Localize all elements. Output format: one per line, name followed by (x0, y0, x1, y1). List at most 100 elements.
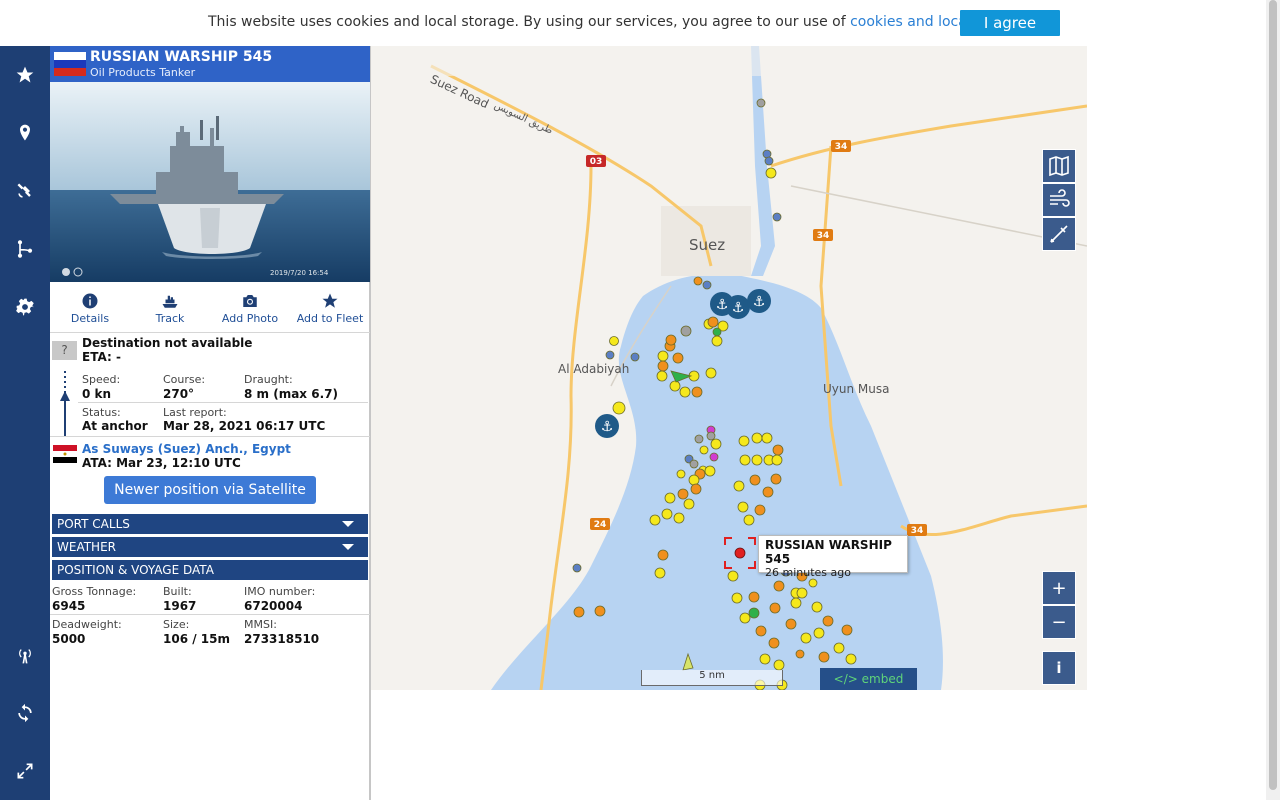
eta: ETA: - (82, 350, 121, 364)
divider (50, 332, 370, 333)
vessel-tooltip: RUSSIAN WARSHIP 545 26 minutes ago (758, 535, 908, 579)
vessel-actions: Details Track Add Photo Add to Fleet (50, 290, 370, 332)
map-canvas[interactable]: ⚓ ⚓ ⚓ ⚓ 03 34 34 24 34 (371, 46, 1087, 690)
agree-button[interactable]: I agree (960, 10, 1060, 36)
destination: Destination not available (82, 336, 253, 350)
map-pin-icon[interactable] (13, 121, 37, 145)
cookie-banner: This website uses cookies and local stor… (0, 0, 1266, 46)
last-port-link[interactable]: As Suways (Suez) Anch., Egypt (82, 442, 291, 456)
antenna-icon[interactable] (13, 643, 37, 667)
svg-text:34: 34 (835, 142, 848, 152)
gross-tonnage-label: Gross Tonnage: (52, 585, 137, 598)
ata: ATA: Mar 23, 12:10 UTC (82, 456, 241, 470)
voyage-progress-icon (60, 371, 70, 437)
cookie-message: This website uses cookies and local stor… (208, 14, 846, 30)
course-label: Course: (163, 373, 206, 386)
tooltip-vessel-name: RUSSIAN WARSHIP 545 (765, 538, 892, 566)
camera-icon (243, 295, 257, 307)
unknown-destination-badge: ? (52, 341, 77, 360)
divider (50, 436, 370, 437)
status-value: At anchor (82, 419, 148, 433)
tooltip-time: 26 minutes ago (765, 566, 851, 579)
wind-icon (1050, 189, 1070, 207)
details-button[interactable]: Details (50, 290, 130, 325)
measure-button[interactable] (1042, 217, 1076, 251)
scrollbar-thumb[interactable] (1269, 0, 1277, 790)
details-label: Details (70, 312, 110, 325)
add-photo-label: Add Photo (221, 312, 279, 325)
deadweight-value: 5000 (52, 632, 86, 646)
svg-text:⚓: ⚓ (716, 297, 729, 313)
imo-value: 6720004 (244, 599, 303, 613)
weather-label: WEATHER (57, 540, 116, 554)
embed-map-button[interactable]: </> embed map (820, 668, 917, 690)
map-view[interactable]: ⚓ ⚓ ⚓ ⚓ 03 34 34 24 34 Suez Road طريق ال… (371, 46, 1087, 690)
sidebar-rail (0, 46, 50, 800)
map-info-button[interactable]: i (1042, 651, 1076, 685)
port-calls-label: PORT CALLS (57, 517, 130, 531)
map-icon (1049, 155, 1069, 177)
speed-value: 0 kn (82, 387, 112, 401)
star-icon (322, 293, 338, 308)
add-to-fleet-button[interactable]: Add to Fleet (290, 290, 370, 325)
refresh-icon[interactable] (13, 701, 37, 725)
track-label: Track (155, 312, 185, 325)
size-label: Size: (163, 618, 190, 631)
weather-section[interactable]: WEATHER (52, 537, 368, 557)
expand-icon[interactable] (13, 759, 37, 783)
vessel-name: RUSSIAN WARSHIP 545 (90, 49, 273, 65)
chevron-down-icon (342, 544, 354, 550)
mmsi-label: MMSI: (244, 618, 277, 631)
vessel-photo[interactable]: 2019/7/20 16:54 (50, 82, 370, 282)
built-value: 1967 (163, 599, 197, 613)
speed-label: Speed: (82, 373, 121, 386)
position-voyage-section[interactable]: POSITION & VOYAGE DATA (52, 560, 368, 580)
svg-text:34: 34 (817, 231, 830, 241)
zoom-out-button[interactable]: − (1042, 605, 1076, 639)
star-icon[interactable] (13, 63, 37, 87)
track-button[interactable]: Track (130, 290, 210, 325)
imo-label: IMO number: (244, 585, 316, 598)
satellite-position-button[interactable]: Newer position via Satellite (104, 476, 316, 504)
add-photo-button[interactable]: Add Photo (210, 290, 290, 325)
photo-caption: 2019/7/20 16:54 (270, 269, 329, 277)
last-report-label: Last report: (163, 406, 227, 419)
map-label-adabiyah: Al Adabiyah (558, 362, 630, 376)
info-icon (82, 293, 98, 309)
egypt-flag-icon (53, 445, 77, 463)
svg-text:34: 34 (911, 526, 924, 536)
gross-tonnage-value: 6945 (52, 599, 86, 613)
page-scrollbar[interactable] (1266, 0, 1280, 800)
chevron-down-icon (342, 521, 354, 527)
draught-label: Draught: (244, 373, 293, 386)
route-icon[interactable] (13, 237, 37, 261)
map-layers-button[interactable] (1042, 149, 1076, 183)
svg-text:24: 24 (594, 520, 607, 530)
scale-bar: 5 nm (641, 670, 783, 686)
weather-layer-button[interactable] (1042, 183, 1076, 217)
position-voyage-label: POSITION & VOYAGE DATA (57, 563, 214, 577)
cookie-text: This website uses cookies and local stor… (208, 14, 1033, 30)
gear-icon[interactable] (13, 295, 37, 319)
port-calls-section[interactable]: PORT CALLS (52, 514, 368, 534)
size-value: 106 / 15m (163, 632, 230, 646)
svg-text:⚓: ⚓ (732, 300, 745, 316)
selected-vessel-marker[interactable] (724, 537, 756, 569)
ship-icon (162, 295, 178, 308)
add-to-fleet-label: Add to Fleet (296, 312, 364, 325)
built-label: Built: (163, 585, 192, 598)
divider (78, 402, 368, 403)
status-label: Status: (82, 406, 121, 419)
vessel-header: RUSSIAN WARSHIP 545 Oil Products Tanker (50, 46, 370, 82)
photo-dot-icon[interactable] (62, 268, 70, 276)
last-report-value: Mar 28, 2021 06:17 UTC (163, 419, 326, 433)
vessel-panel: RUSSIAN WARSHIP 545 Oil Products Tanker … (50, 46, 371, 800)
map-label-uyun-musa: Uyun Musa (823, 382, 890, 396)
mmsi-value: 273318510 (244, 632, 320, 646)
svg-text:⚓: ⚓ (753, 294, 766, 310)
satellite-icon[interactable] (13, 179, 37, 203)
draught-value: 8 m (max 6.7) (244, 387, 338, 401)
course-value: 270° (163, 387, 195, 401)
zoom-in-button[interactable]: + (1042, 571, 1076, 605)
ruler-icon (1050, 225, 1068, 243)
